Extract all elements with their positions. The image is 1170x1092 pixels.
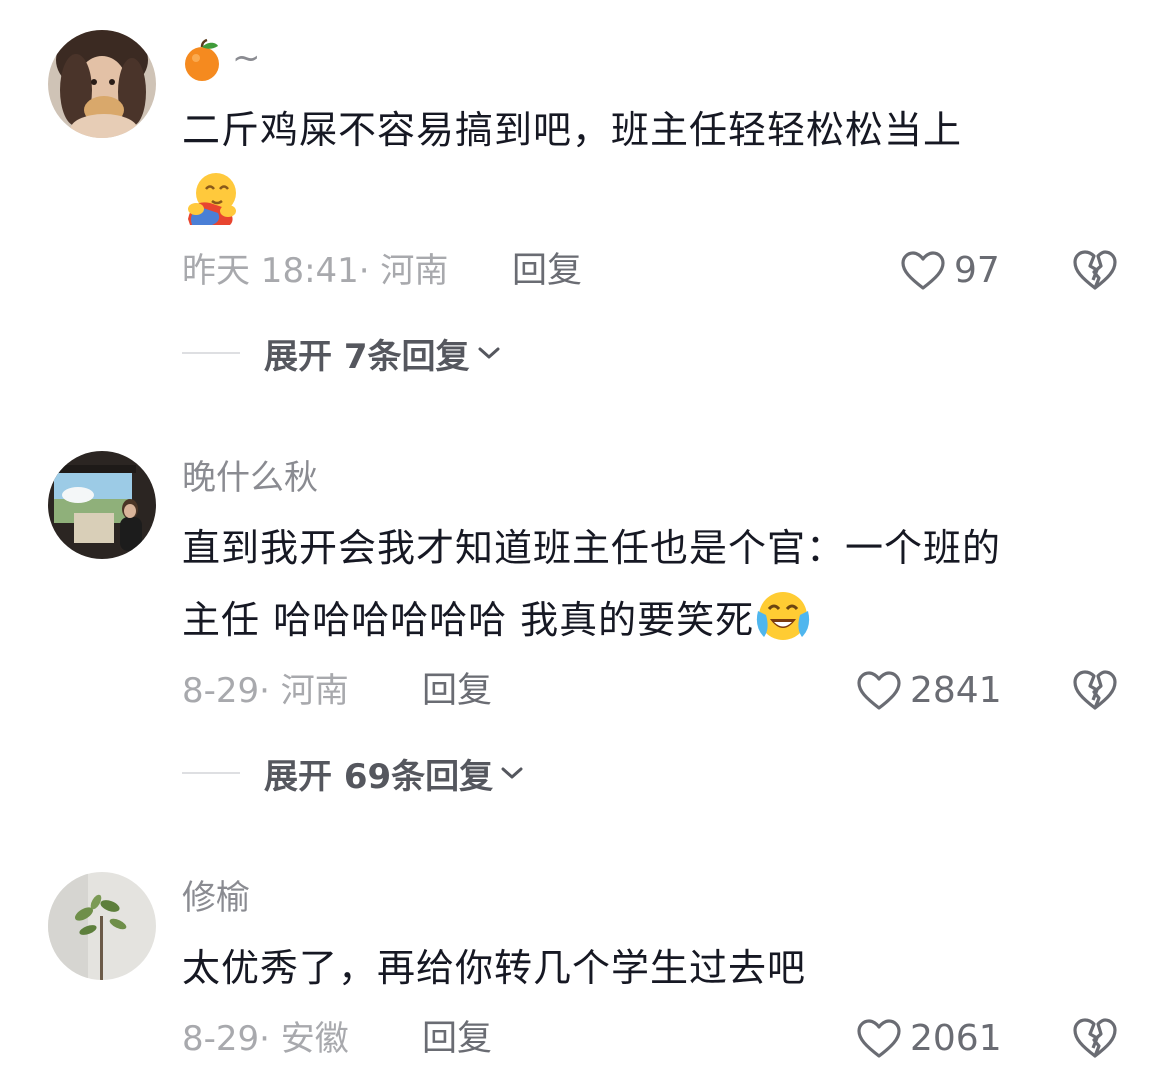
- comment-text-content: 二斤鸡屎不容易搞到吧，班主任轻轻松松当上: [182, 108, 963, 152]
- like-count: 2061: [910, 1018, 1002, 1059]
- avatar[interactable]: [48, 451, 156, 559]
- heart-icon: [901, 251, 945, 290]
- comment-text: 太优秀了，再给你转几个学生过去吧: [182, 932, 1122, 1004]
- avatar-image: [48, 30, 156, 138]
- hug-emoji-icon: [188, 173, 236, 225]
- avatar-image: [48, 451, 156, 559]
- reply-button[interactable]: 回复: [422, 666, 492, 716]
- expand-replies-label: 展开 69条回复: [264, 756, 494, 797]
- expand-replies-button[interactable]: 展开 69条回复: [182, 748, 525, 798]
- divider-line: [182, 352, 240, 354]
- comment-text-content: 太优秀了，再给你转几个学生过去吧: [182, 946, 807, 990]
- username[interactable]: 晚什么秋: [182, 456, 318, 500]
- heart-icon: [857, 671, 901, 710]
- divider-line: [182, 772, 240, 774]
- like-button[interactable]: 97: [900, 246, 1000, 296]
- comment-text: 二斤鸡屎不容易搞到吧，班主任轻轻松松当上: [182, 94, 1122, 238]
- timestamp-location: 昨天 18:41· 河南: [182, 251, 449, 291]
- like-button[interactable]: 2841: [856, 666, 1002, 716]
- comment-meta: 8-29· 安徽 回复 2061: [182, 1014, 1122, 1064]
- broken-heart-icon[interactable]: [1072, 248, 1118, 292]
- broken-heart-icon[interactable]: [1072, 668, 1118, 712]
- chevron-down-icon: [501, 767, 523, 779]
- like-count: 97: [954, 250, 1000, 291]
- comment-text: 直到我开会我才知道班主任也是个官：一个班的 主任 哈哈哈哈哈哈 我真的要笑死: [182, 512, 1122, 656]
- expand-replies-label: 展开 7条回复: [264, 336, 470, 377]
- expand-replies-button[interactable]: 展开 7条回复: [182, 328, 502, 378]
- username[interactable]: 修榆: [182, 876, 250, 920]
- broken-heart-icon[interactable]: [1072, 1016, 1118, 1060]
- orange-emoji-icon: [185, 38, 219, 81]
- heart-icon: [857, 1019, 901, 1058]
- avatar-image: [48, 872, 156, 980]
- comment-meta: 昨天 18:41· 河南 回复 97: [182, 246, 1122, 296]
- reply-button[interactable]: 回复: [422, 1014, 492, 1064]
- username[interactable]: ~: [182, 36, 261, 82]
- like-count: 2841: [910, 670, 1002, 711]
- avatar[interactable]: [48, 30, 156, 138]
- crying-laughing-emoji-icon: [757, 592, 810, 640]
- timestamp-location: 8-29· 安徽: [182, 1019, 349, 1059]
- comment-text-line2: 主任 哈哈哈哈哈哈 我真的要笑死: [182, 598, 755, 642]
- username-text: ~: [232, 38, 261, 78]
- timestamp-location: 8-29· 河南: [182, 671, 349, 711]
- reply-button[interactable]: 回复: [512, 246, 582, 296]
- like-button[interactable]: 2061: [856, 1014, 1002, 1064]
- avatar[interactable]: [48, 872, 156, 980]
- comment-text-line1: 直到我开会我才知道班主任也是个官：一个班的: [182, 526, 1002, 570]
- comment-meta: 8-29· 河南 回复 2841: [182, 666, 1122, 716]
- chevron-down-icon: [478, 347, 499, 359]
